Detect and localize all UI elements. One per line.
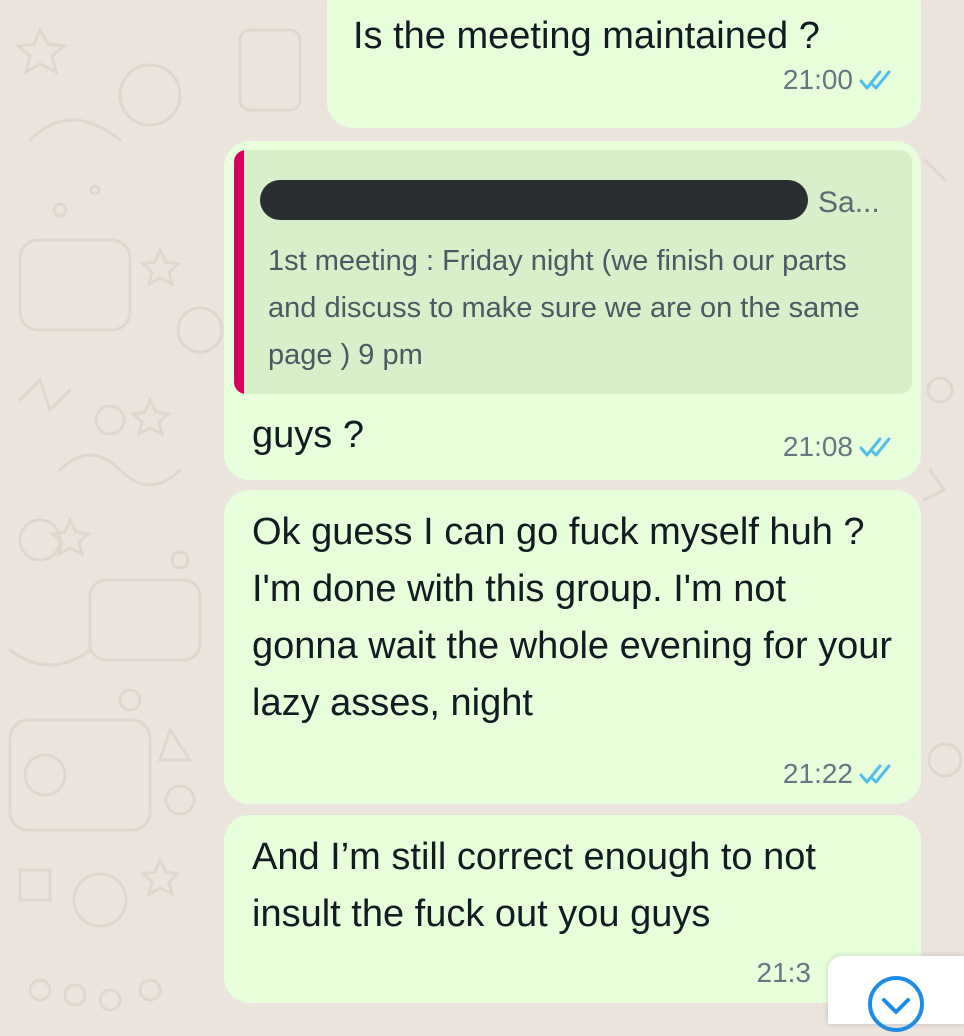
double-check-icon <box>859 764 891 784</box>
message-time: 21:08 <box>782 431 853 462</box>
double-check-icon <box>859 70 891 90</box>
message-meta: 21:3 <box>757 957 812 989</box>
message-text: guys ? <box>252 414 364 456</box>
message-text: And I’m still correct enough to not insu… <box>252 836 827 935</box>
redacted-sender-name <box>260 180 808 220</box>
quoted-message[interactable]: Sa... 1st meeting : Friday night (we fin… <box>234 150 912 394</box>
message-text: Ok guess I can go fuck myself huh ? I'm … <box>252 511 903 724</box>
message-text: Is the meeting maintained ? <box>353 15 820 57</box>
message-time: 21:22 <box>782 758 853 789</box>
message-time: 21:00 <box>782 64 853 95</box>
message-meta: 21:08 <box>783 431 899 463</box>
message-bubble-outgoing[interactable]: Ok guess I can go fuck myself huh ? I'm … <box>224 490 921 804</box>
message-bubble-outgoing[interactable]: Is the meeting maintained ? 21:00 <box>327 0 921 128</box>
message-meta: 21:22 <box>783 758 899 790</box>
quote-accent-bar <box>234 150 244 394</box>
double-check-icon <box>859 437 891 457</box>
message-time: 21:3 <box>756 957 812 988</box>
quote-text: 1st meeting : Friday night (we finish ou… <box>268 245 860 371</box>
quote-author: Sa... <box>818 186 880 219</box>
message-bubble-outgoing[interactable]: And I’m still correct enough to not insu… <box>224 815 921 1003</box>
message-meta: 21:00 <box>783 64 899 96</box>
message-bubble-outgoing-reply[interactable]: Sa... 1st meeting : Friday night (we fin… <box>224 141 921 480</box>
chevron-down-circle-icon <box>868 976 924 1032</box>
scroll-to-bottom-button[interactable] <box>828 956 964 1032</box>
